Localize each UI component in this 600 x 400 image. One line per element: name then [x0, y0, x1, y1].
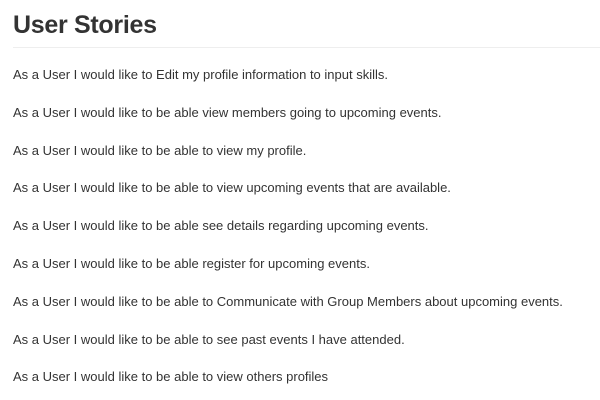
- story-item: As a User I would like to be able to vie…: [13, 180, 451, 196]
- user-stories-section: User Stories As a User I would like to E…: [0, 0, 600, 385]
- story-item: As a User I would like to be able regist…: [13, 255, 370, 271]
- story-item: As a User I would like to be able view m…: [13, 104, 442, 120]
- story-list: As a User I would like to Edit my profil…: [13, 67, 600, 385]
- story-item: As a User I would like to be able to see…: [13, 331, 405, 347]
- story-item: As a User I would like to be able to Com…: [13, 293, 563, 309]
- story-item: As a User I would like to be able to vie…: [13, 369, 329, 385]
- page-title: User Stories: [13, 11, 157, 39]
- story-item: As a User I would like to be able to vie…: [13, 142, 307, 158]
- story-item: As a User I would like to Edit my profil…: [13, 67, 388, 82]
- story-item: As a User I would like to be able see de…: [13, 218, 429, 234]
- title-divider: [13, 47, 600, 48]
